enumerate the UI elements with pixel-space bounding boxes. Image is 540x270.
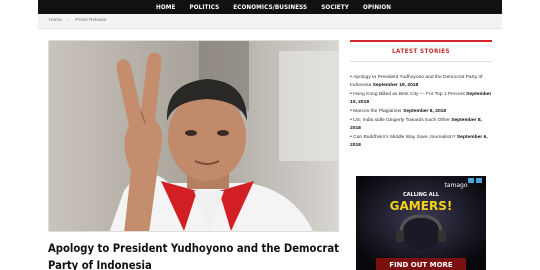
ad-cta[interactable]: FIND OUT MORE: [389, 261, 453, 269]
nav-economics-business[interactable]: ECONOMICS/BUSINESS: [233, 4, 307, 11]
story-link[interactable]: US, India sidle Gingerly Towards Each Ot…: [353, 118, 450, 123]
breadcrumb-current[interactable]: Press Release: [75, 18, 106, 23]
story-link[interactable]: Marcos the Plagiarizer: [353, 109, 402, 114]
ad-info-icon[interactable]: [468, 178, 474, 183]
ad-tagline: CALLING ALL: [403, 192, 440, 198]
nav-home[interactable]: HOME: [156, 4, 175, 11]
ad-brand: tamago: [444, 182, 467, 189]
ad-close-icon[interactable]: [476, 178, 482, 183]
advertisement-banner[interactable]: tamago CALLING ALL GAMERS! FIND OUT MORE: [356, 176, 486, 270]
nav-politics[interactable]: POLITICS: [189, 4, 219, 11]
hero-photo: [49, 41, 338, 231]
story-link[interactable]: Can Buddhism's Middle Way Save Journalis…: [353, 135, 455, 140]
latest-stories-heading: LATEST STORIES: [392, 48, 450, 55]
breadcrumb-home[interactable]: Home: [49, 18, 62, 23]
list-item: • Marcos the Plagiarizer September 8, 20…: [350, 107, 492, 116]
ad-headline: GAMERS!: [390, 199, 453, 213]
latest-stories-header: LATEST STORIES: [350, 40, 492, 62]
nav-society[interactable]: SOCIETY: [321, 4, 349, 11]
list-item: • US, India sidle Gingerly Towards Each …: [350, 116, 492, 133]
breadcrumb-bar: Home › Press Release: [38, 14, 502, 29]
article-title: Apology to President Yudhoyono and the D…: [48, 242, 339, 270]
top-navigation-bar: HOME POLITICS ECONOMICS/BUSINESS SOCIETY…: [38, 0, 535, 14]
ad-graphic: tamago CALLING ALL GAMERS! FIND OUT MORE: [356, 176, 486, 270]
breadcrumb-separator: ›: [67, 18, 70, 23]
list-item: • Can Buddhism's Middle Way Save Journal…: [350, 133, 492, 150]
latest-stories-list: • Apology to President Yudhoyono and the…: [350, 73, 492, 150]
story-link[interactable]: Hong Kong Billed as Best City — For Top …: [353, 92, 465, 97]
story-date: September 8, 2018: [403, 109, 447, 114]
nav-opinion[interactable]: OPINION: [363, 4, 391, 11]
main-nav: HOME POLITICS ECONOMICS/BUSINESS SOCIETY…: [156, 0, 391, 14]
list-item: • Hong Kong Billed as Best City — For To…: [350, 90, 492, 107]
article-hero-image: [48, 40, 339, 232]
story-date: September 19, 2018: [372, 83, 419, 88]
list-item: • Apology to President Yudhoyono and the…: [350, 73, 492, 90]
search-icon[interactable]: [525, 2, 535, 12]
sidebar: LATEST STORIES • Apology to President Yu…: [350, 40, 492, 150]
breadcrumb: Home › Press Release: [49, 18, 107, 23]
